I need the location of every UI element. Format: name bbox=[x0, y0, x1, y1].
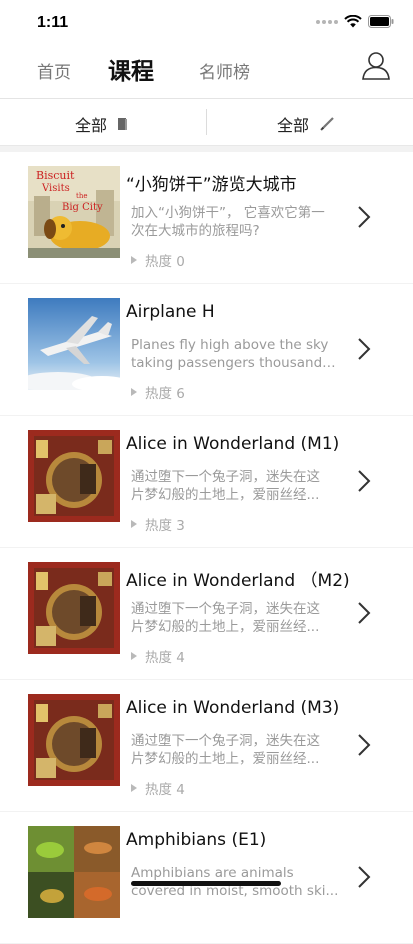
course-heat: 热度 4 bbox=[131, 646, 185, 666]
tab-home[interactable]: 首页 bbox=[37, 58, 71, 83]
battery-icon bbox=[368, 15, 394, 28]
signal-icon bbox=[316, 19, 338, 24]
play-icon bbox=[131, 784, 137, 792]
course-description: 加入“小狗饼干”， 它喜欢它第一 次在大城市的旅程吗? bbox=[131, 205, 325, 239]
chevron-right-icon bbox=[358, 206, 371, 228]
course-list: Biscuit Visits the Big City “小狗饼干”游览大城市 … bbox=[0, 152, 413, 944]
thumbnail-text: Big City bbox=[62, 202, 103, 213]
status-time: 1:11 bbox=[37, 14, 69, 31]
course-title: Amphibians (E1) bbox=[126, 830, 267, 850]
course-description: 通过堕下一个兔子洞，迷失在这 片梦幻般的土地上，爱丽丝经... bbox=[131, 601, 320, 635]
play-icon bbox=[131, 256, 137, 264]
level-filter[interactable]: 全部 bbox=[277, 112, 335, 136]
play-icon bbox=[131, 388, 137, 396]
course-heat: 热度 3 bbox=[131, 514, 185, 534]
course-thumbnail: Biscuit Visits the Big City bbox=[28, 166, 120, 258]
heat-count: 热度 4 bbox=[145, 782, 185, 798]
heat-count: 热度 3 bbox=[145, 518, 185, 534]
course-item[interactable]: Amphibians (E1) Amphibians are animals c… bbox=[0, 812, 413, 943]
filter-divider bbox=[206, 109, 207, 135]
course-title: Alice in Wonderland （M2) bbox=[126, 571, 350, 591]
course-heat: 热度 6 bbox=[131, 382, 185, 402]
course-title: Alice in Wonderland (M1) bbox=[126, 434, 340, 454]
course-thumbnail bbox=[28, 430, 120, 522]
course-description: 通过堕下一个兔子洞，迷失在这 片梦幻般的土地上，爱丽丝经... bbox=[131, 733, 320, 767]
thumbnail-text: the bbox=[76, 192, 87, 200]
play-icon bbox=[131, 652, 137, 660]
chevron-right-icon bbox=[358, 734, 371, 756]
category-filter[interactable]: 全部 bbox=[75, 112, 128, 136]
course-thumbnail bbox=[28, 694, 120, 786]
play-icon bbox=[131, 520, 137, 528]
course-item[interactable]: Alice in Wonderland (M1) 通过堕下一个兔子洞，迷失在这 … bbox=[0, 416, 413, 547]
course-item[interactable]: Biscuit Visits the Big City “小狗饼干”游览大城市 … bbox=[0, 152, 413, 283]
level-filter-label: 全部 bbox=[277, 116, 310, 135]
tab-courses[interactable]: 课程 bbox=[108, 52, 154, 86]
course-title: Alice in Wonderland (M3) bbox=[126, 698, 340, 718]
course-title: Airplane H bbox=[126, 302, 215, 322]
course-heat: 热度 0 bbox=[131, 250, 185, 270]
status-icons bbox=[316, 15, 395, 28]
course-heat: 热度 4 bbox=[131, 778, 185, 798]
thumbnail-text: Visits bbox=[41, 183, 70, 194]
course-item[interactable]: Airplane H Planes fly high above the sky… bbox=[0, 284, 413, 415]
heat-count: 热度 4 bbox=[145, 650, 185, 666]
book-icon bbox=[118, 118, 128, 130]
chevron-right-icon bbox=[358, 866, 371, 888]
user-profile-icon[interactable] bbox=[361, 50, 391, 80]
wifi-icon bbox=[344, 15, 362, 28]
course-title: “小狗饼干”游览大城市 bbox=[126, 175, 297, 195]
category-filter-label: 全部 bbox=[75, 116, 108, 135]
heat-count: 热度 6 bbox=[145, 386, 185, 402]
top-nav: 首页 课程 名师榜 bbox=[0, 44, 413, 99]
tab-teacher-ranking[interactable]: 名师榜 bbox=[199, 58, 250, 83]
course-thumbnail bbox=[28, 298, 120, 390]
course-item[interactable]: Alice in Wonderland (M3) 通过堕下一个兔子洞，迷失在这 … bbox=[0, 680, 413, 811]
course-description: Planes fly high above the sky taking pas… bbox=[131, 337, 341, 371]
course-item[interactable]: Alice in Wonderland （M2) 通过堕下一个兔子洞，迷失在这 … bbox=[0, 548, 413, 679]
home-indicator[interactable] bbox=[131, 881, 281, 886]
status-bar: 1:11 bbox=[0, 0, 413, 44]
chevron-right-icon bbox=[358, 470, 371, 492]
chevron-right-icon bbox=[358, 602, 371, 624]
course-thumbnail bbox=[28, 826, 120, 918]
thumbnail-text: Biscuit bbox=[36, 169, 75, 182]
course-thumbnail bbox=[28, 562, 120, 654]
course-description: 通过堕下一个兔子洞，迷失在这 片梦幻般的土地上，爱丽丝经... bbox=[131, 469, 320, 503]
heat-count: 热度 0 bbox=[145, 254, 185, 270]
chevron-right-icon bbox=[358, 338, 371, 360]
filter-bar: 全部 全部 bbox=[0, 99, 413, 146]
pencil-icon bbox=[320, 117, 334, 131]
